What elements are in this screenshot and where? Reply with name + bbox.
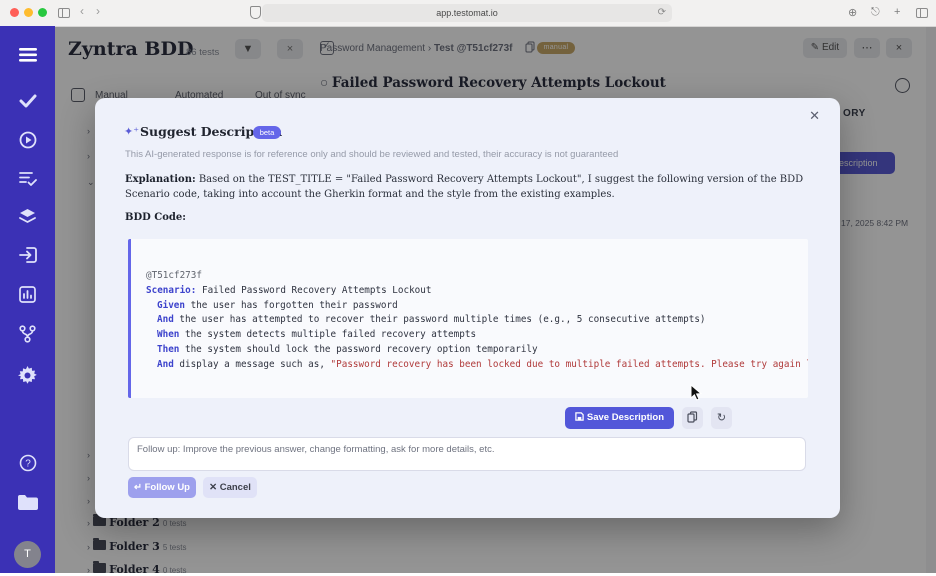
sparkles-icon: ✦⁺ (124, 126, 140, 138)
follow-up-button[interactable]: ↵ Follow Up (128, 477, 196, 498)
ai-disclaimer: This AI-generated response is for refere… (125, 149, 619, 160)
downloads-icon[interactable]: ⊕ (848, 6, 857, 19)
minimize-window-button[interactable] (24, 8, 33, 17)
explanation-text: Explanation: Based on the TEST_TITLE = "… (125, 174, 804, 200)
copy-icon (687, 411, 698, 423)
branches-icon[interactable] (0, 325, 55, 343)
browser-chrome: ‹ › app.testomat.io ⟳ ⊕ ⎋ + (0, 0, 936, 27)
code-line: @T51cf273f (146, 270, 202, 281)
code-actions: Save Description ↻ (95, 407, 806, 429)
url-text: app.testomat.io (436, 8, 498, 18)
close-window-button[interactable] (10, 8, 19, 17)
checklist-icon[interactable] (0, 171, 55, 186)
projects-folder-icon[interactable] (0, 494, 55, 511)
import-icon[interactable] (0, 247, 55, 263)
suggest-description-modal: ✕ ✦⁺ Suggest Description beta This AI-ge… (95, 98, 840, 518)
tests-check-icon[interactable] (0, 94, 55, 108)
reload-icon[interactable]: ⟳ (658, 4, 666, 22)
regenerate-button[interactable]: ↻ (711, 407, 732, 429)
refresh-icon: ↻ (716, 412, 727, 424)
menu-icon[interactable] (0, 48, 55, 62)
new-tab-icon[interactable]: + (894, 6, 900, 18)
help-icon[interactable]: ? (0, 454, 55, 472)
svg-text:?: ? (25, 459, 31, 470)
bdd-code-label: BDD Code: (125, 212, 186, 223)
bdd-code-block[interactable]: @T51cf273f Scenario: Failed Password Rec… (128, 239, 808, 398)
privacy-shield-icon[interactable] (250, 6, 261, 19)
tab-overview-icon[interactable] (916, 8, 928, 18)
code-line: And the user has attempted to recover th… (157, 314, 706, 326)
user-avatar[interactable]: T (14, 541, 41, 568)
mouse-cursor (690, 384, 702, 401)
app-sidebar: ? T (0, 26, 55, 573)
cancel-button[interactable]: ✕ Cancel (203, 477, 257, 498)
follow-up-input[interactable] (128, 437, 806, 471)
forward-button[interactable]: › (96, 4, 100, 18)
sidebar-toggle-icon[interactable] (58, 8, 70, 18)
zoom-window-button[interactable] (38, 8, 47, 17)
settings-gear-icon[interactable] (0, 366, 55, 385)
address-bar[interactable]: app.testomat.io ⟳ (262, 4, 672, 22)
analytics-chart-icon[interactable] (0, 286, 55, 303)
code-line: Then the system should lock the password… (157, 343, 538, 355)
code-line: Given the user has forgotten their passw… (157, 299, 398, 311)
suites-layers-icon[interactable] (0, 208, 55, 224)
code-line: Scenario: Failed Password Recovery Attem… (146, 284, 432, 296)
share-icon[interactable]: ⎋ (871, 6, 880, 19)
close-modal-icon[interactable]: ✕ (809, 108, 820, 124)
back-button[interactable]: ‹ (80, 4, 84, 18)
copy-code-button[interactable] (682, 407, 703, 429)
save-icon (575, 412, 584, 421)
save-description-button[interactable]: Save Description (565, 407, 674, 429)
beta-badge: beta (253, 126, 281, 139)
code-line: When the system detects multiple failed … (157, 329, 477, 341)
runs-play-icon[interactable] (0, 131, 55, 149)
code-line: And display a message such as, "Password… (157, 358, 808, 370)
